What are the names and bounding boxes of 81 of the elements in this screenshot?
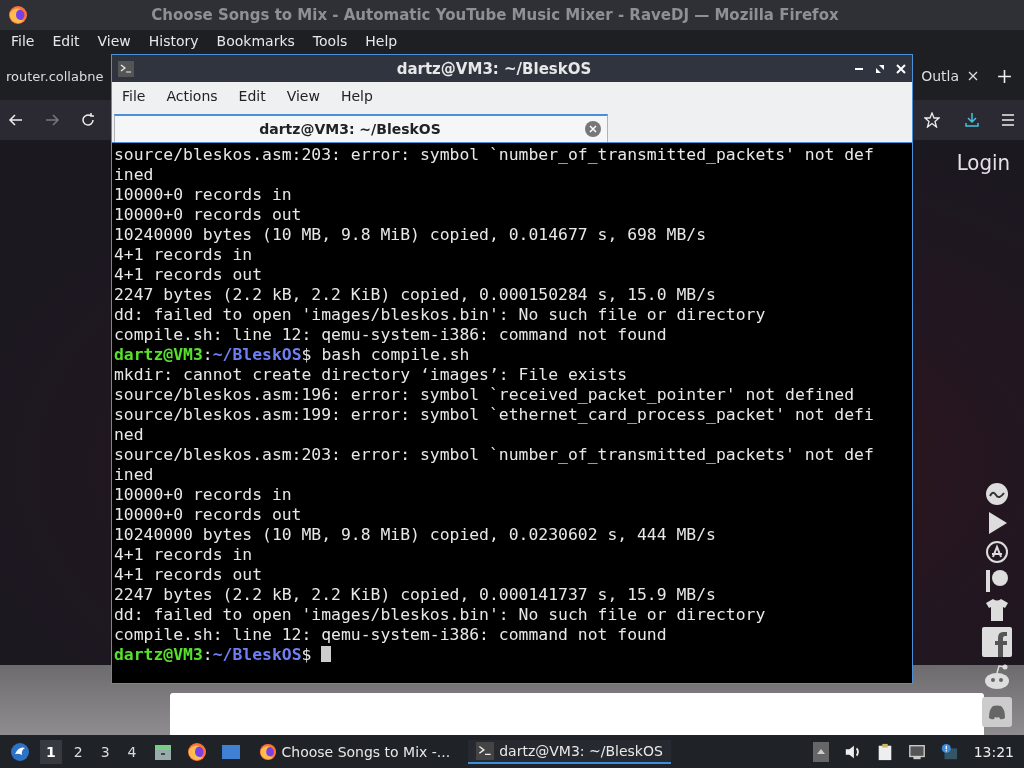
task-button[interactable]: dartz@VM3: ~/BleskOS bbox=[468, 739, 671, 764]
reload-icon[interactable] bbox=[80, 112, 96, 128]
app-store-icon[interactable] bbox=[985, 540, 1009, 564]
back-icon[interactable] bbox=[8, 112, 24, 128]
output-line: compile.sh: line 12: qemu-system-i386: command not found bbox=[114, 625, 668, 645]
output-line: source/bleskos.asm:203: error: symbol `number_of_transmitted_packets' not def bbox=[114, 145, 875, 165]
output-line: 4+1 records in bbox=[114, 545, 254, 565]
output-line: source/bleskos.asm:203: error: symbol `number_of_transmitted_packets' not def bbox=[114, 445, 875, 465]
clock: 13:21 bbox=[973, 743, 1014, 760]
output-line: ined bbox=[114, 165, 155, 185]
output-line: 2247 bytes (2.2 kB, 2.2 KiB) copied, 0.000141737 s, 15.9 MB/s bbox=[114, 585, 717, 605]
window-title: dartz@VM3: ~/BleskOS bbox=[395, 59, 593, 78]
circle-logo-icon[interactable] bbox=[985, 482, 1009, 506]
new-tab-icon[interactable] bbox=[997, 68, 1012, 84]
output-line: 10000+0 records out bbox=[114, 505, 303, 525]
output-line: dd: failed to open 'images/bleskos.bin': No such file or directory bbox=[114, 605, 767, 625]
menu-item[interactable]: View bbox=[278, 88, 328, 104]
terminal-icon bbox=[118, 60, 134, 77]
prompt-user: dartz@VM3 bbox=[114, 345, 203, 364]
forward-icon[interactable] bbox=[44, 112, 60, 128]
workspace-button[interactable]: 4 bbox=[121, 739, 143, 764]
output-line: dd: failed to open 'images/bleskos.bin': No such file or directory bbox=[114, 305, 767, 325]
prompt-sign: $ bbox=[301, 645, 312, 664]
firefox-icon bbox=[8, 5, 28, 25]
workspace-button[interactable]: 1 bbox=[40, 739, 62, 764]
facebook-icon[interactable] bbox=[982, 627, 1012, 657]
task-button[interactable]: Choose Songs to Mix -... bbox=[250, 739, 459, 764]
download-icon[interactable] bbox=[964, 112, 980, 128]
prompt-sign: $ bbox=[301, 345, 312, 364]
start-menu-icon[interactable] bbox=[10, 741, 30, 762]
output-line: source/bleskos.asm:199: error: symbol `ethernet_card_process_packet' not defi bbox=[114, 405, 875, 425]
menu-icon[interactable] bbox=[1000, 112, 1016, 128]
notification-icon[interactable] bbox=[939, 741, 958, 762]
output-line: 4+1 records out bbox=[114, 565, 264, 585]
menu-item[interactable]: File bbox=[114, 88, 154, 104]
menu-item[interactable]: Edit bbox=[44, 33, 88, 49]
workspace-button[interactable]: 2 bbox=[67, 739, 89, 764]
output-line: 10000+0 records in bbox=[114, 185, 293, 205]
output-line: compile.sh: line 12: qemu-system-i386: command not found bbox=[114, 325, 668, 345]
star-icon[interactable] bbox=[924, 112, 940, 128]
window-title: Choose Songs to Mix - Automatic YouTube Music Mixer - RaveDJ — Mozilla Firefox bbox=[150, 6, 840, 24]
prompt-path: ~/BleskOS bbox=[212, 345, 302, 364]
terminal-icon bbox=[476, 741, 495, 760]
menu-item[interactable]: View bbox=[89, 33, 139, 49]
menu-item[interactable]: File bbox=[3, 33, 43, 49]
discord-icon[interactable] bbox=[982, 697, 1012, 727]
output-line: 2247 bytes (2.2 kB, 2.2 KiB) copied, 0.000150284 s, 15.0 MB/s bbox=[114, 285, 717, 305]
close-icon[interactable] bbox=[967, 70, 979, 82]
prompt-path: ~/BleskOS bbox=[212, 645, 302, 664]
output-line: 10240000 bytes (10 MB, 9.8 MiB) copied, 0.0230602 s, 444 MB/s bbox=[114, 525, 717, 545]
maximize-icon[interactable] bbox=[875, 63, 885, 74]
menu-item[interactable]: Actions bbox=[158, 88, 226, 104]
menu-item[interactable]: Edit bbox=[230, 88, 274, 104]
menu-item[interactable]: Help bbox=[357, 33, 406, 49]
terminal-tab[interactable]: dartz@VM3: ~/BleskOS bbox=[114, 114, 608, 142]
menu-item[interactable]: History bbox=[140, 33, 207, 49]
firefox-icon[interactable] bbox=[186, 741, 207, 762]
prompt-separator: : bbox=[202, 645, 213, 664]
menu-item[interactable]: Help bbox=[332, 88, 381, 104]
login-link[interactable]: Login bbox=[956, 150, 1010, 175]
output-line: 10000+0 records out bbox=[114, 205, 303, 225]
output-line: ined bbox=[114, 465, 155, 485]
firefox-icon bbox=[258, 742, 277, 761]
browser-tab[interactable]: Outla bbox=[921, 68, 959, 84]
output-line: 4+1 records in bbox=[114, 245, 254, 265]
output-line: mkdir: cannot create directory ‘images’: File exists bbox=[114, 365, 629, 385]
prompt-separator: : bbox=[202, 345, 213, 364]
output-line: ned bbox=[114, 425, 145, 445]
output-line: 10240000 bytes (10 MB, 9.8 MiB) copied, 0.014677 s, 698 MB/s bbox=[114, 225, 708, 245]
shirt-icon[interactable] bbox=[985, 598, 1009, 622]
menu-item[interactable]: Tools bbox=[304, 33, 356, 49]
command-text: bash compile.sh bbox=[321, 345, 470, 364]
output-line: source/bleskos.asm:196: error: symbol `received_packet_pointer' not defined bbox=[114, 385, 856, 405]
output-line: 10000+0 records in bbox=[114, 485, 293, 505]
workspace-button[interactable]: 3 bbox=[94, 739, 116, 764]
patreon-icon[interactable] bbox=[985, 569, 1009, 593]
output-line: 4+1 records out bbox=[114, 265, 264, 285]
browser-tab[interactable]: router.collabne bbox=[6, 68, 104, 84]
reddit-icon[interactable] bbox=[982, 662, 1012, 692]
menu-item[interactable]: Bookmarks bbox=[208, 33, 303, 49]
prompt-user: dartz@VM3 bbox=[114, 645, 203, 664]
